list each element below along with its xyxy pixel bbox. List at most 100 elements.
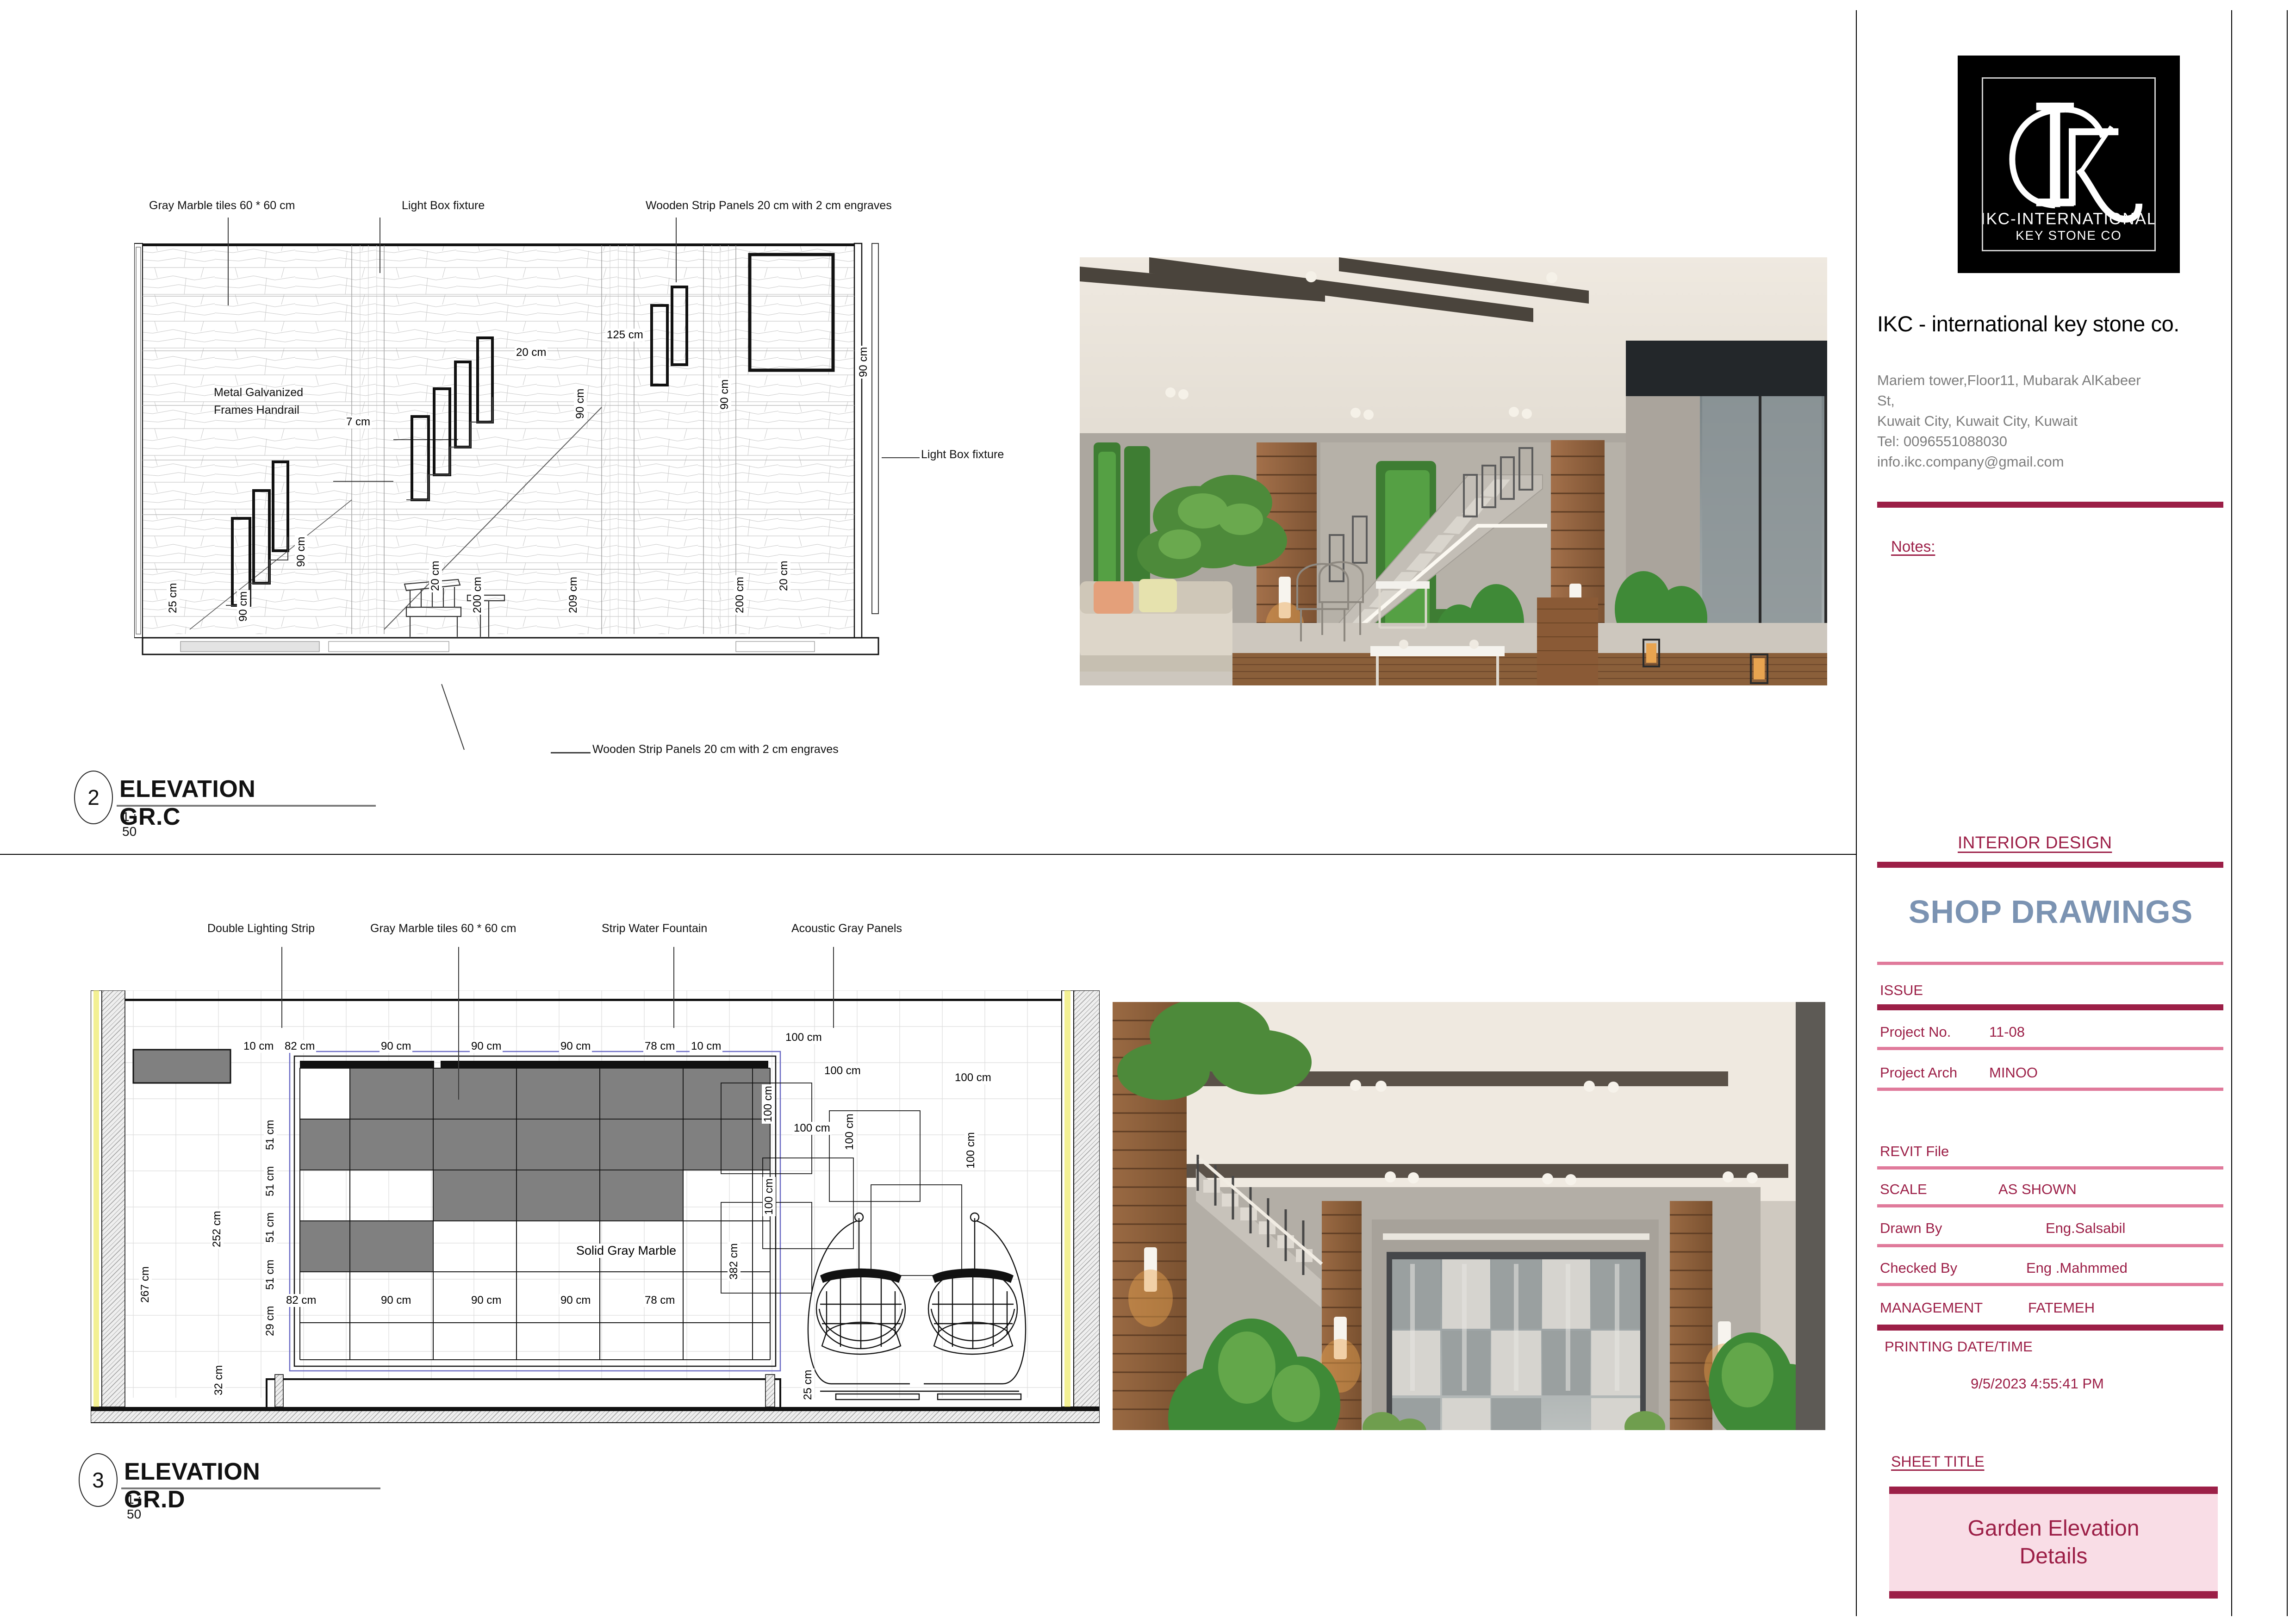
dim-top-90cm-b: 90 cm [470, 1040, 503, 1053]
rendering-image-bottom [1113, 1002, 1825, 1430]
dimension-7cm: 7 cm [345, 416, 372, 429]
dimension-90cm-c: 90 cm [857, 345, 870, 379]
dimension-90cm-b: 90 cm [718, 378, 731, 411]
callout-handrail-line2: Frames Handrail [214, 404, 299, 417]
drawing-sheet: Gray Marble tiles 60 * 60 cm Light Box f… [0, 0, 2296, 1624]
dim-top-10cm-a: 10 cm [242, 1040, 275, 1053]
dim-100cm-3: 100 cm [823, 1064, 862, 1077]
dim-100cm-5: 100 cm [792, 1122, 832, 1135]
leader-line [882, 457, 920, 458]
field-label-scale: SCALE [1880, 1181, 1927, 1197]
field-label-management: MANAGEMENT [1880, 1300, 1983, 1316]
callout-strip-water-fountain: Strip Water Fountain [602, 922, 708, 935]
field-value-management: FATEMEH [2028, 1300, 2095, 1316]
dim-32cm: 32 cm [212, 1363, 225, 1397]
divider-rule [1877, 1004, 2223, 1010]
dim-top-10cm-b: 10 cm [690, 1040, 723, 1053]
field-value-project-arch: MINOO [1989, 1064, 2038, 1081]
titleblock-divider [1856, 10, 1857, 1616]
dim-25cm: 25 cm [802, 1368, 815, 1401]
callout-double-lighting-strip: Double Lighting Strip [207, 922, 315, 935]
dim-100cm-2: 100 cm [762, 1084, 775, 1124]
address-line-5: info.ikc.company@gmail.com [1877, 454, 2064, 470]
dimension-200cm-b: 200 cm [734, 575, 747, 615]
view-title-underline [121, 1487, 380, 1489]
dim-51cm-d: 51 cm [264, 1258, 277, 1291]
dim-100cm-4: 100 cm [843, 1112, 856, 1151]
callout-acoustic-gray-panels: Acoustic Gray Panels [791, 922, 902, 935]
rendering-image-top [1080, 257, 1827, 685]
printing-date-value: 9/5/2023 4:55:41 PM [1971, 1375, 2104, 1392]
disclaimer-line-2: files including the resulting coordinati… [2288, 0, 2296, 11]
callout-gray-marble-d: Gray Marble tiles 60 * 60 cm [370, 922, 516, 935]
notes-label: Notes: [1891, 538, 1935, 555]
dimension-90cm-e: 90 cm [295, 535, 308, 568]
dim-51cm-b: 51 cm [264, 1164, 277, 1198]
field-value-checked-by: Eng .Mahmmed [2026, 1260, 2128, 1276]
printing-date-label: PRINTING DATE/TIME [1885, 1338, 2033, 1355]
address-line-3: Kuwait City, Kuwait City, Kuwait [1877, 413, 2078, 429]
views-divider [0, 854, 1856, 855]
sheet-border [2287, 10, 2288, 1616]
dim-top-90cm-c: 90 cm [559, 1040, 592, 1053]
leader-line [833, 947, 834, 1028]
svg-text:KEY STONE CO: KEY STONE CO [2016, 228, 2122, 243]
dim-top-82cm: 82 cm [283, 1040, 317, 1053]
company-logo: IKC-INTERNATIONAL KEY STONE CO [1958, 56, 2180, 273]
view-title-text: ELEVATION GR.D [124, 1458, 261, 1513]
field-value-scale: AS SHOWN [1998, 1181, 2077, 1197]
sheet-title-label: SHEET TITLE [1891, 1453, 1985, 1470]
dimension-20cm-b: 20 cm [429, 559, 442, 592]
dim-252cm: 252 cm [211, 1209, 224, 1249]
issue-label: ISSUE [1880, 982, 1923, 998]
leader-line [228, 218, 229, 305]
dim-bot-90cm-a: 90 cm [380, 1294, 413, 1307]
view-scale-text: 1 : 50 [122, 809, 137, 839]
sheet-title-line-1: Garden Elevation [1967, 1516, 2140, 1541]
dim-51cm-a: 51 cm [264, 1118, 277, 1151]
callout-handrail-line1: Metal Galvanized [214, 386, 304, 399]
dim-382cm: 382 cm [728, 1242, 740, 1281]
dim-bot-82cm: 82 cm [285, 1294, 318, 1307]
dim-bot-90cm-b: 90 cm [470, 1294, 503, 1307]
divider-rule [1877, 1244, 2223, 1247]
document-type: SHOP DRAWINGS [1908, 894, 2193, 930]
dim-top-90cm-a: 90 cm [380, 1040, 413, 1053]
view-title-underline [117, 805, 376, 807]
dim-top-78cm: 78 cm [643, 1040, 677, 1053]
leader-line [673, 947, 674, 1028]
divider-rule [1877, 862, 2223, 868]
dim-100cm-1: 100 cm [784, 1031, 823, 1044]
dimension-125cm: 125 cm [605, 329, 645, 342]
dim-29cm: 29 cm [264, 1304, 277, 1338]
dim-100cm-7: 100 cm [953, 1071, 993, 1084]
view-scale-text: 1 : 50 [127, 1492, 142, 1521]
disclaimer-text: This drawing is the property of:NAGA Arc… [2286, 0, 2296, 11]
callout-wooden-strip-bottom: Wooden Strip Panels 20 cm with 2 cm engr… [592, 743, 839, 756]
address-line-1: Mariem tower,Floor11, Mubarak AlKabeer [1877, 372, 2141, 388]
dimension-25cm: 25 cm [167, 581, 180, 615]
view-title-text: ELEVATION GR.C [119, 776, 256, 830]
divider-rule [1877, 1166, 2223, 1170]
discipline-label: INTERIOR DESIGN [1958, 833, 2112, 852]
dim-bot-90cm-c: 90 cm [559, 1294, 592, 1307]
leader-line [458, 947, 459, 1100]
dimension-90cm-a: 90 cm [574, 387, 587, 420]
ikc-monogram-icon: IKC-INTERNATIONAL KEY STONE CO [1983, 102, 2154, 243]
view-number-bubble: 3 [79, 1453, 118, 1507]
callout-wooden-strip-top: Wooden Strip Panels 20 cm with 2 cm engr… [646, 199, 892, 212]
dimension-200cm-a: 200 cm [471, 575, 484, 615]
view-number-bubble: 2 [74, 771, 113, 824]
elevation-gr-d-drawing [91, 990, 1100, 1430]
sheet-title-text: Garden Elevation Details [1968, 1515, 2140, 1570]
svg-text:IKC-INTERNATIONAL: IKC-INTERNATIONAL [1983, 210, 2154, 228]
dim-51cm-c: 51 cm [264, 1211, 277, 1244]
divider-rule [1877, 1204, 2223, 1207]
sheet-title-box: Garden Elevation Details [1889, 1487, 2218, 1599]
divider-rule [1877, 1325, 2223, 1331]
divider-rule [1877, 1047, 2223, 1050]
elevation-gr-c-drawing [134, 241, 940, 694]
dimension-209cm: 209 cm [567, 575, 580, 615]
dim-100cm-8: 100 cm [964, 1131, 977, 1170]
divider-rule [1877, 962, 2223, 965]
